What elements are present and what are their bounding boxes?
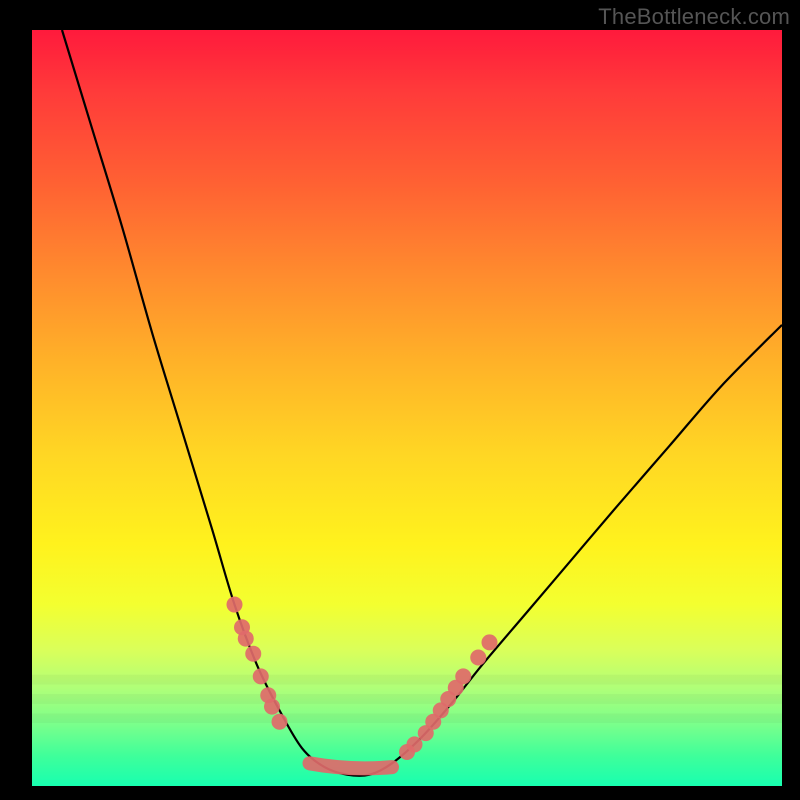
valley-highlight <box>310 763 393 768</box>
curve-svg <box>32 30 782 786</box>
watermark-text: TheBottleneck.com <box>598 4 790 30</box>
bottleneck-curve <box>62 30 782 776</box>
plot-area <box>32 30 782 786</box>
right-cluster-dots <box>399 634 498 760</box>
